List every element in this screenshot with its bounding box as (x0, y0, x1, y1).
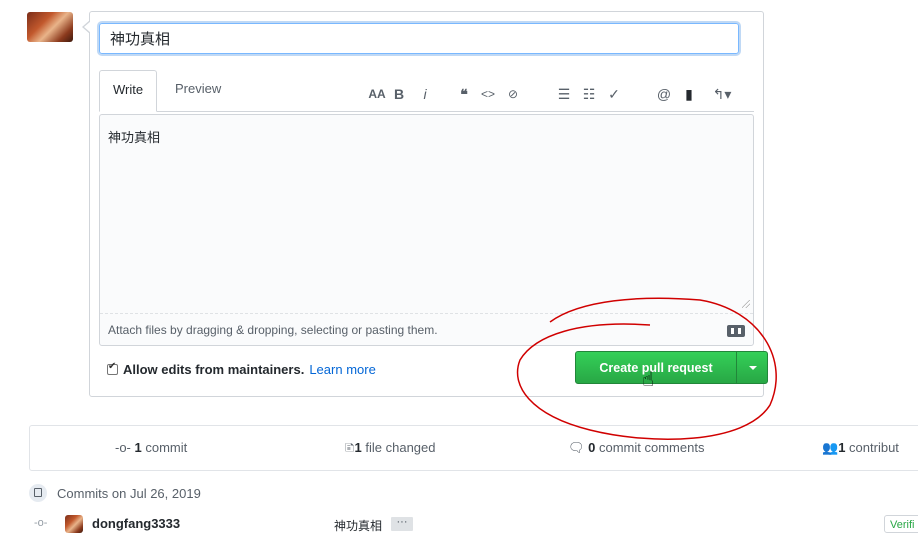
commit-group-icon (29, 484, 47, 502)
learn-more-link[interactable]: Learn more (309, 362, 375, 377)
people-icon: 👥 (822, 440, 839, 455)
commit-dot-icon: -o- (34, 517, 48, 529)
attach-files-area[interactable]: Attach files by dragging & dropping, sel… (100, 313, 753, 346)
tab-preview[interactable]: Preview (162, 70, 234, 112)
code-icon[interactable]: <> (478, 84, 498, 104)
ordered-list-icon[interactable]: ☷ (579, 84, 599, 104)
reply-icon[interactable]: ↰▾ (709, 84, 735, 104)
comment-icon: 🗨 (568, 440, 589, 455)
quote-icon[interactable]: ❝ (454, 84, 474, 104)
title-input[interactable]: 神功真相 (99, 23, 739, 54)
allow-edits-checkbox[interactable] (107, 361, 118, 375)
allow-edits-row: Allow edits from maintainers. Learn more (107, 361, 376, 377)
link-icon[interactable]: ⊘ (503, 84, 523, 104)
bold-icon[interactable]: B (389, 84, 409, 104)
file-diff-icon: 🗈 (345, 440, 355, 455)
commits-summary[interactable]: -o- 1 commit (115, 426, 187, 470)
user-avatar[interactable] (27, 12, 73, 42)
files-summary[interactable]: 🗈1 file changed (345, 426, 436, 470)
comment-body-editor[interactable]: 神功真相 Attach files by dragging & dropping… (99, 114, 754, 346)
attach-hint: Attach files by dragging & dropping, sel… (108, 323, 438, 337)
task-list-icon[interactable]: ✓ (604, 84, 624, 104)
pull-request-form: 神功真相 Write Preview AA B i ❝ <> ⊘ ☰ ☷ ✓ @… (82, 11, 768, 397)
commit-author[interactable]: dongfang3333 (92, 516, 180, 531)
unordered-list-icon[interactable]: ☰ (554, 84, 574, 104)
pr-summary-bar: -o- 1 commit 🗈1 file changed 🗨 0 commit … (29, 425, 918, 471)
commits-group-heading: Commits on Jul 26, 2019 (29, 484, 201, 502)
mention-icon[interactable]: @ (654, 84, 674, 104)
author-avatar[interactable] (65, 515, 83, 533)
commit-row: -o- dongfang3333 神功真相 ··· Verifi (29, 512, 918, 538)
editor-tabs: Write Preview AA B i ❝ <> ⊘ ☰ ☷ ✓ @ ▮ ↰▾ (99, 70, 754, 112)
commit-icon: -o- (115, 440, 135, 455)
comments-summary[interactable]: 🗨 0 commit comments (568, 426, 704, 470)
expand-message-button[interactable]: ··· (391, 517, 413, 531)
contributors-summary[interactable]: 👥1 contribut (822, 426, 899, 470)
allow-edits-label: Allow edits from maintainers. (123, 362, 305, 377)
comment-body-text: 神功真相 (108, 131, 161, 146)
create-pull-request-button[interactable]: Create pull request (575, 351, 737, 384)
resize-handle[interactable] (742, 300, 750, 308)
bookmark-icon[interactable]: ▮ (679, 84, 699, 104)
tab-write[interactable]: Write (99, 70, 158, 112)
create-options-dropdown[interactable] (736, 351, 768, 384)
hand-cursor-icon: ☝ (642, 367, 655, 391)
italic-icon[interactable]: i (415, 84, 435, 104)
verified-badge[interactable]: Verifi (884, 515, 918, 533)
text-size-icon[interactable]: AA (367, 84, 387, 104)
commit-message[interactable]: 神功真相 (334, 517, 382, 534)
markdown-icon[interactable] (727, 325, 745, 337)
